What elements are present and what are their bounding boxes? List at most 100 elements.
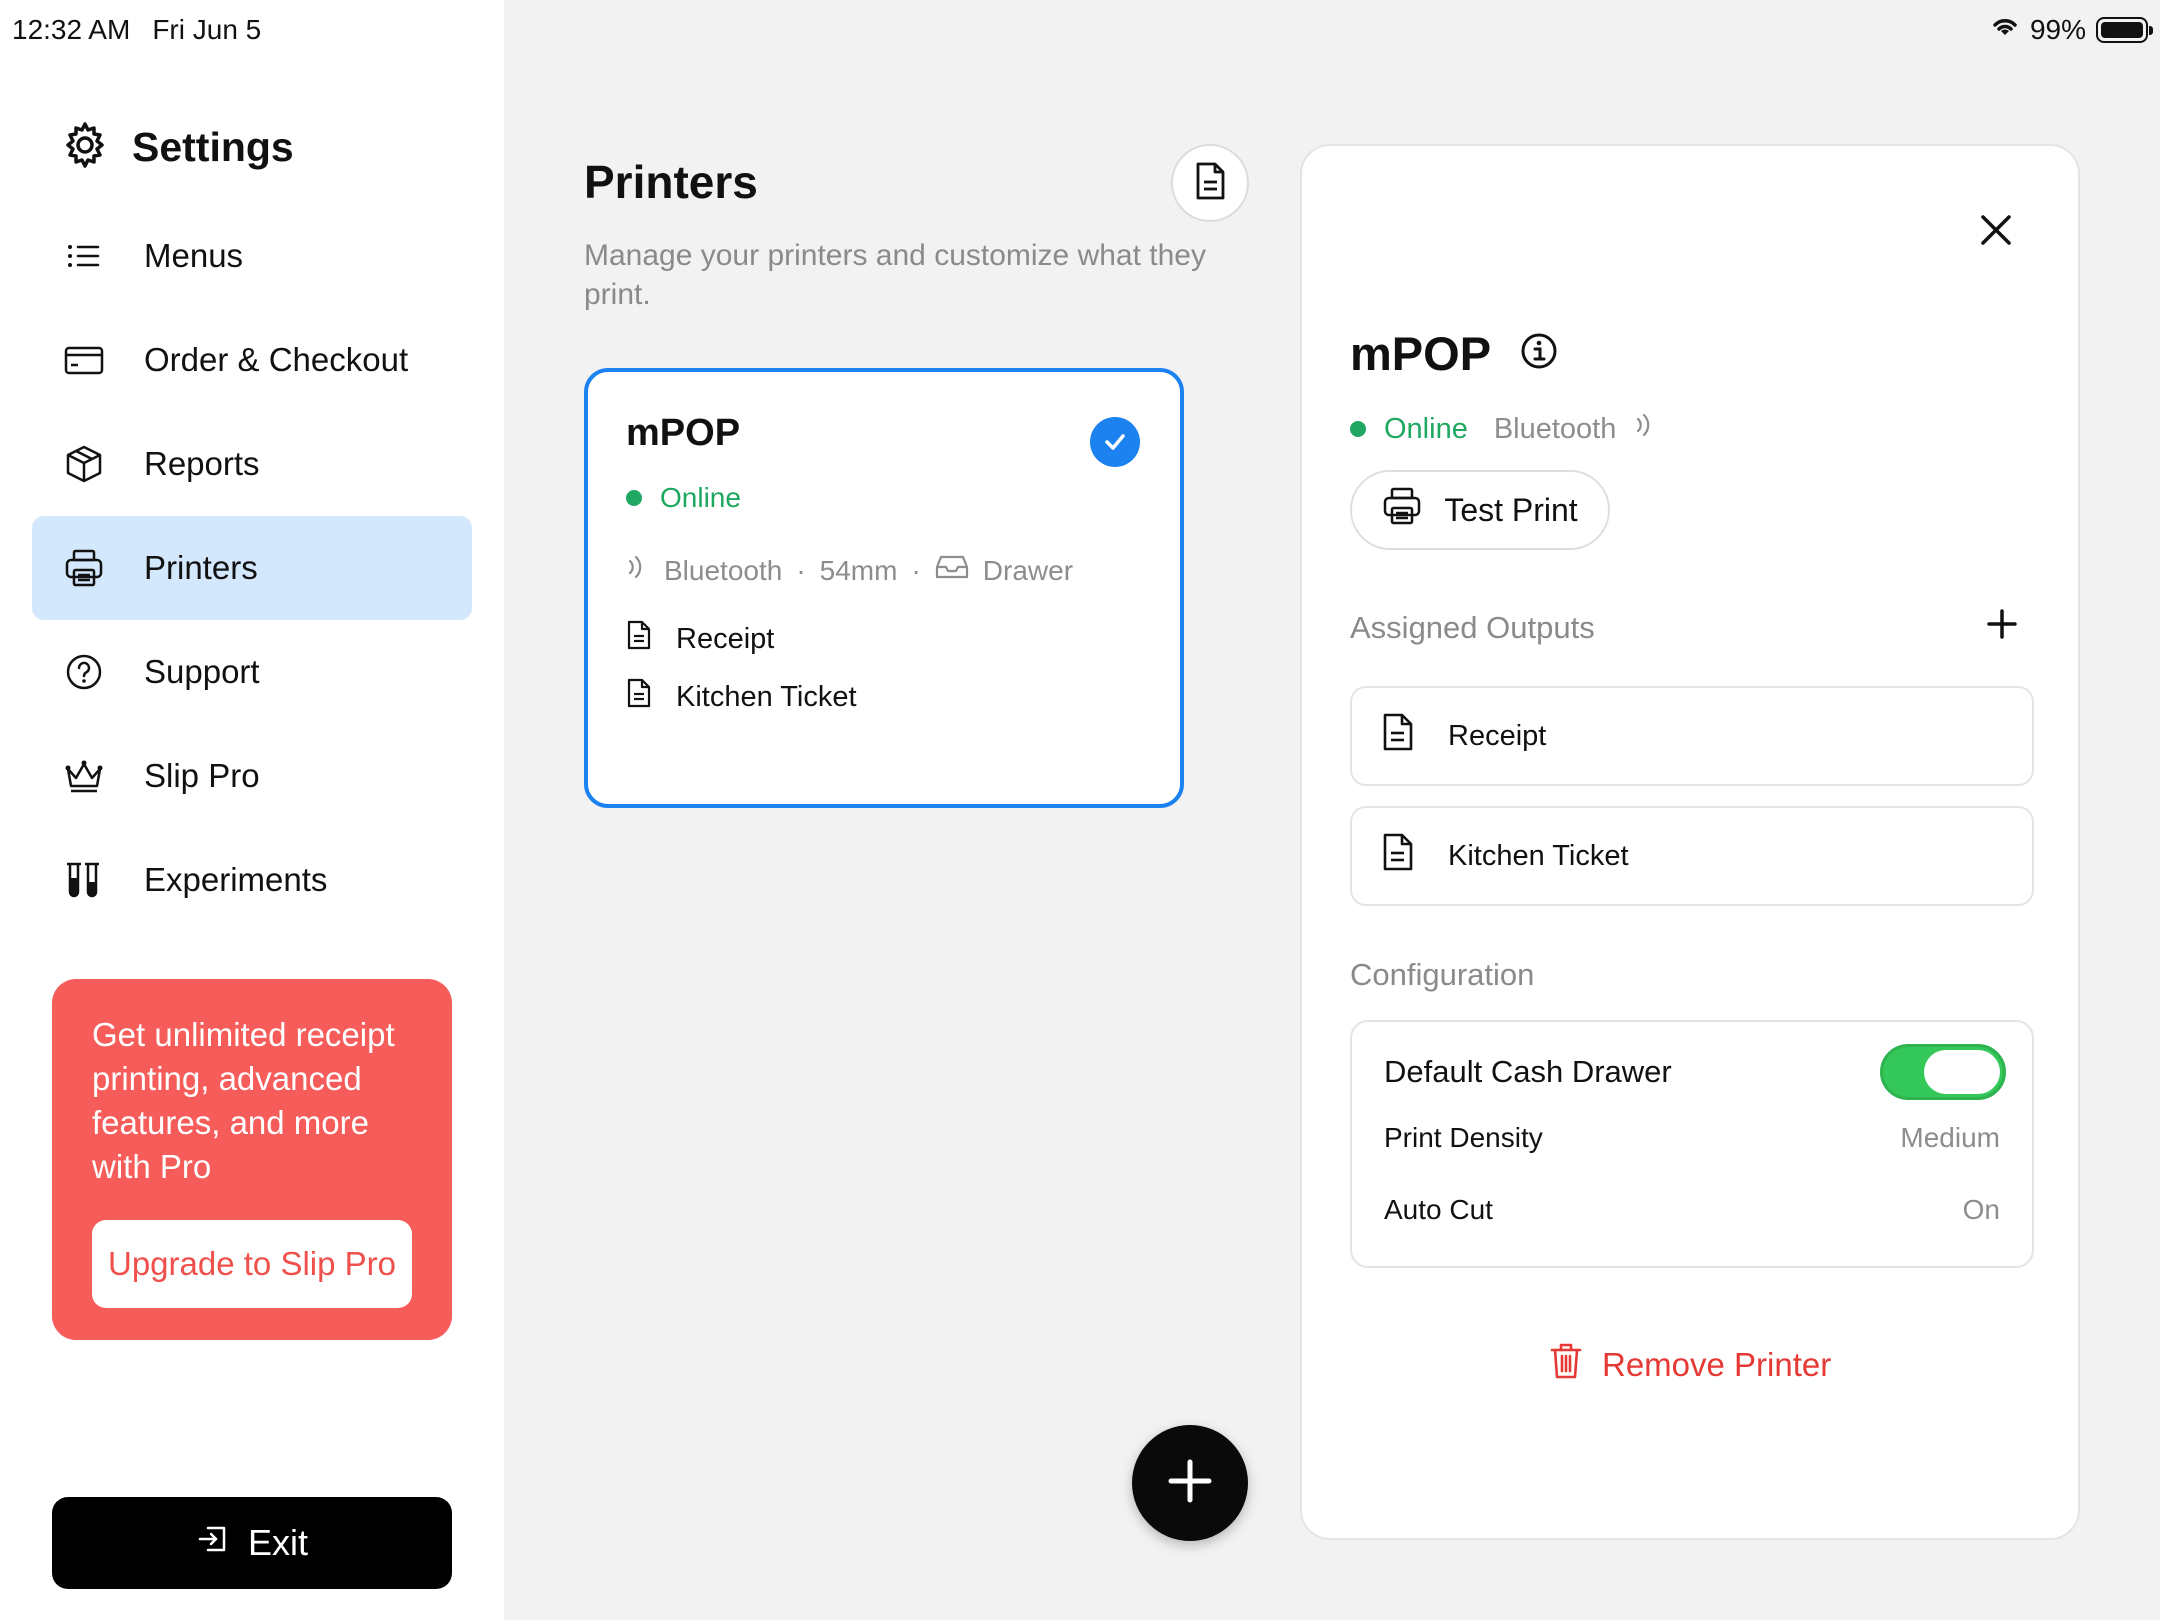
sidebar-item-slip-pro[interactable]: Slip Pro [32,724,472,828]
detail-status: Online Bluetooth [1350,410,1658,448]
crown-icon [64,756,104,796]
exit-icon [196,1522,230,1565]
document-icon [1191,161,1229,206]
card-output-kitchen-ticket: Kitchen Ticket [626,678,857,716]
box-icon [64,444,104,484]
output-label: Kitchen Ticket [1448,839,1629,872]
config-value: On [1962,1194,2000,1225]
close-button[interactable] [1974,210,2018,254]
drawer-label: Drawer [982,554,1074,586]
document-icon [1382,833,1414,879]
sidebar-item-label: Reports [144,445,260,482]
card-output-receipt: Receipt [626,620,774,658]
sidebar: Settings Menus Order & Checkout Reports … [0,0,504,1620]
sidebar-header: Settings [60,120,294,175]
test-print-button[interactable]: Test Print [1350,470,1610,550]
test-tubes-icon [64,860,104,900]
status-bar: 12:32 AM Fri Jun 5 99% [0,0,2160,64]
trash-icon [1550,1342,1582,1388]
status-label: Online [660,482,741,513]
plus-icon [1986,608,2018,645]
output-label: Kitchen Ticket [676,680,857,713]
promo-text: Get unlimited receipt printing, advanced… [92,1016,395,1185]
configuration-heading: Configuration [1350,957,1535,992]
status-date: Fri Jun 5 [152,14,262,45]
config-row-cash-drawer: Default Cash Drawer [1384,1044,2006,1100]
online-dot-icon [626,490,642,506]
bluetooth-wave-icon [1634,410,1658,448]
printer-status: Online [626,482,741,514]
config-row-auto-cut[interactable]: Auto Cut On [1384,1194,2000,1226]
card-icon [64,340,104,380]
configuration-card: Default Cash Drawer Print Density Medium… [1350,1020,2034,1268]
wifi-icon [1990,14,2020,46]
remove-printer-label: Remove Printer [1602,1346,1832,1383]
close-icon [1979,213,2013,252]
printer-meta: Bluetooth · 54mm · Drawer [626,552,1073,589]
battery-icon [2096,17,2153,43]
detail-header: mPOP [1350,326,1559,381]
config-label: Auto Cut [1384,1194,1493,1225]
status-label: Online [1384,412,1468,445]
info-icon[interactable] [1519,331,1559,376]
sidebar-item-label: Support [144,653,260,690]
exit-button[interactable]: Exit [52,1497,452,1589]
output-row-kitchen-ticket[interactable]: Kitchen Ticket [1350,806,2034,906]
add-printer-button[interactable] [1132,1425,1248,1541]
output-label: Receipt [1448,719,1547,752]
assigned-outputs-heading: Assigned Outputs [1350,610,1595,645]
sidebar-item-label: Menus [144,237,244,274]
sidebar-item-printers[interactable]: Printers [32,516,472,620]
document-icon [626,620,652,658]
status-time: 12:32 AM [12,14,131,45]
meta-separator: · [911,554,921,586]
sidebar-item-support[interactable]: Support [32,620,472,724]
detail-printer-name: mPOP [1350,327,1492,380]
plus-icon [1165,1456,1215,1511]
page-title: Settings [132,124,294,170]
sidebar-item-label: Printers [144,549,258,586]
document-icon [626,678,652,716]
config-label: Default Cash Drawer [1384,1054,1672,1089]
sidebar-nav: Menus Order & Checkout Reports Printers … [32,204,472,932]
meta-separator: · [796,554,806,586]
add-output-button[interactable] [1982,606,2022,646]
printer-icon [1382,486,1422,534]
checkmark-icon [1090,417,1140,467]
online-dot-icon [1350,421,1366,437]
document-icon [1382,713,1414,759]
connection-label: Bluetooth [1493,412,1617,445]
printer-name: mPOP [626,412,741,454]
config-label: Print Density [1384,1122,1543,1153]
sidebar-item-menus[interactable]: Menus [32,204,472,308]
printer-card[interactable]: mPOP Online Bluetooth · 54mm · Drawer Re… [584,368,1184,808]
pro-promo-card: Get unlimited receipt printing, advanced… [52,979,452,1340]
upgrade-button[interactable]: Upgrade to Slip Pro [92,1220,412,1308]
sidebar-item-order-checkout[interactable]: Order & Checkout [32,308,472,412]
logs-button[interactable] [1171,144,1249,222]
battery-percent: 99% [2029,14,2086,45]
bluetooth-wave-icon [626,552,650,589]
output-label: Receipt [676,622,775,655]
list-icon [64,236,104,276]
printer-detail-panel: mPOP Online Bluetooth Test Print Assigne… [1300,144,2080,1540]
question-circle-icon [64,652,104,692]
sidebar-item-label: Slip Pro [144,757,260,794]
cash-drawer-toggle[interactable] [1880,1044,2006,1100]
test-print-label: Test Print [1444,491,1578,528]
printers-subtitle: Manage your printers and customize what … [584,239,1206,311]
sidebar-item-reports[interactable]: Reports [32,412,472,516]
exit-label: Exit [247,1522,308,1563]
output-row-receipt[interactable]: Receipt [1350,686,2034,786]
connection-label: Bluetooth [664,554,783,586]
paper-width: 54mm [819,554,898,586]
config-value: Medium [1900,1122,2000,1153]
sidebar-item-experiments[interactable]: Experiments [32,828,472,932]
sidebar-item-label: Experiments [144,861,328,898]
printer-icon [64,548,104,588]
printers-title: Printers [584,156,758,208]
drawer-icon [935,554,969,587]
config-row-print-density[interactable]: Print Density Medium [1384,1122,2000,1154]
remove-printer-button[interactable]: Remove Printer [1550,1342,1831,1388]
gear-icon [60,120,110,175]
